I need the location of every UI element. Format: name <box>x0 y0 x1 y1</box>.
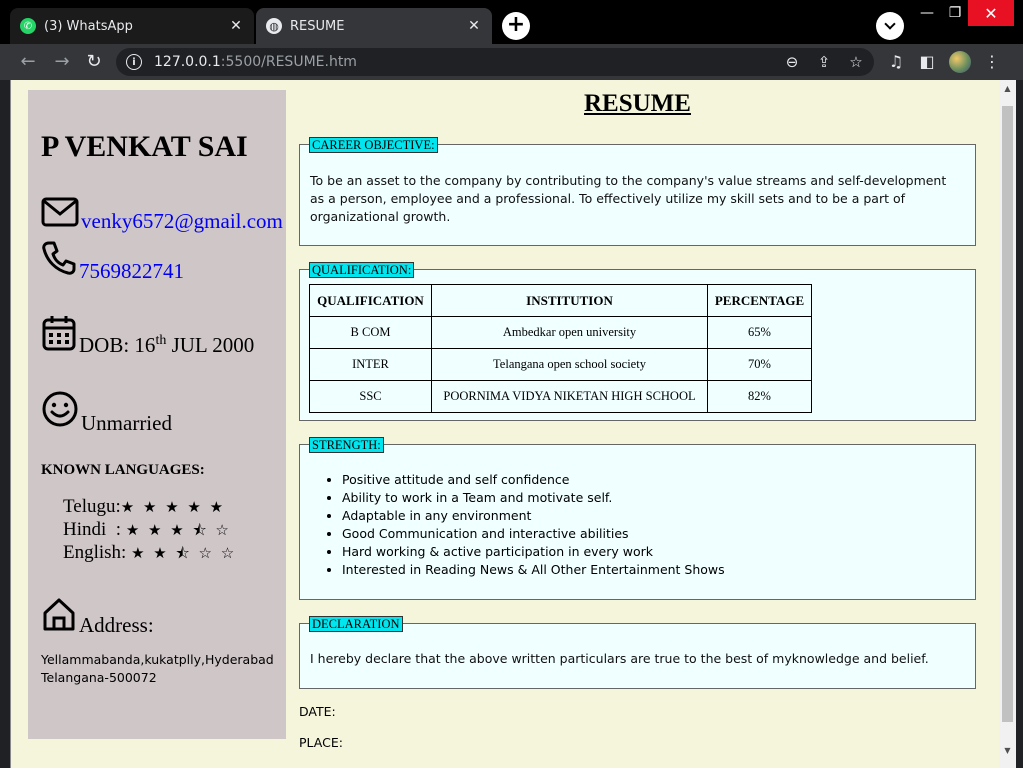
section-legend: DECLARATION <box>309 616 403 632</box>
globe-icon: ◍ <box>266 18 282 34</box>
phone-icon <box>42 241 76 275</box>
close-tab-icon[interactable]: ✕ <box>228 18 244 34</box>
table-row: B COM Ambedkar open university 65% <box>309 316 812 349</box>
table-cell: INTER <box>309 348 432 381</box>
browser-toolbar: ← → ↻ i 127.0.0.1:5500/RESUME.htm ⊖ ⇪ ☆ … <box>0 44 1023 80</box>
share-icon[interactable]: ⇪ <box>815 53 833 71</box>
forward-button[interactable]: → <box>50 50 74 74</box>
page-title: RESUME <box>584 90 691 117</box>
date-label: DATE: <box>299 704 336 719</box>
table-row: INTER Telangana open school society 70% <box>309 348 812 381</box>
scroll-down-icon[interactable]: ▼ <box>999 744 1016 758</box>
languages-heading: KNOWN LANGUAGES: <box>41 462 205 478</box>
career-objective-text: To be an asset to the company by contrib… <box>310 173 947 224</box>
maximize-button[interactable]: ❐ <box>942 0 968 26</box>
profile-sidebar: P VENKAT SAI venky6572@gmail.com 7569822… <box>28 90 286 739</box>
qualification-table: QUALIFICATION INSTITUTION PERCENTAGE B C… <box>309 284 812 413</box>
zoom-icon[interactable]: ⊖ <box>783 53 801 71</box>
date-of-birth: DOB: 16th JUL 2000 <box>79 333 255 357</box>
media-control-icon[interactable]: ♫ <box>886 52 906 72</box>
column-header: PERCENTAGE <box>707 284 812 317</box>
career-objective-section: CAREER OBJECTIVE: To be an asset to the … <box>299 137 976 246</box>
scroll-up-icon[interactable]: ▲ <box>999 82 1016 96</box>
home-icon <box>43 598 75 631</box>
table-cell: 70% <box>707 348 812 381</box>
tab-title: (3) WhatsApp <box>44 18 133 34</box>
whatsapp-icon: ✆ <box>20 18 36 34</box>
list-item: Ability to work in a Team and motivate s… <box>342 489 725 507</box>
table-cell: POORNIMA VIDYA NIKETAN HIGH SCHOOL <box>431 380 708 413</box>
declaration-section: DECLARATION I hereby declare that the ab… <box>299 616 976 689</box>
profile-avatar[interactable] <box>949 51 971 73</box>
tab-search-button[interactable] <box>876 12 904 40</box>
phone-row: 7569822741 <box>41 240 184 283</box>
email-link[interactable]: venky6572@gmail.com <box>81 209 283 234</box>
place-label: PLACE: <box>299 735 343 750</box>
marital-row: Unmarried <box>41 390 172 435</box>
dob-row: DOB: 16th JUL 2000 <box>41 314 254 357</box>
table-header-row: QUALIFICATION INSTITUTION PERCENTAGE <box>309 284 812 317</box>
declaration-text: I hereby declare that the above written … <box>310 651 929 666</box>
table-cell: 82% <box>707 380 812 413</box>
list-item: Hard working & active participation in e… <box>342 543 725 561</box>
chevron-down-icon <box>884 18 896 30</box>
list-item: Positive attitude and self confidence <box>342 471 725 489</box>
section-legend: QUALIFICATION: <box>309 262 415 278</box>
address-bar[interactable]: i 127.0.0.1:5500/RESUME.htm ⊖ ⇪ ☆ <box>116 48 874 76</box>
mail-icon <box>41 197 79 227</box>
smiley-icon <box>42 391 78 427</box>
strength-section: STRENGTH: Positive attitude and self con… <box>299 437 976 600</box>
side-panel-icon[interactable]: ◧ <box>917 52 937 72</box>
table-cell: Ambedkar open university <box>431 316 708 349</box>
section-legend: CAREER OBJECTIVE: <box>309 137 438 153</box>
rating-stars: ★ ★ ⯪ ☆ ☆ <box>131 544 237 562</box>
table-cell: B COM <box>309 316 432 349</box>
url-text: 127.0.0.1:5500/RESUME.htm <box>154 54 357 70</box>
full-name: P VENKAT SAI <box>41 130 248 163</box>
phone-link[interactable]: 7569822741 <box>79 259 184 284</box>
new-tab-button[interactable]: + <box>502 12 530 40</box>
table-cell: 65% <box>707 316 812 349</box>
tab-resume[interactable]: ◍ RESUME ✕ <box>256 8 492 44</box>
list-item: Good Communication and interactive abili… <box>342 525 725 543</box>
vertical-scrollbar[interactable]: ▲ ▼ <box>999 80 1016 768</box>
tab-whatsapp[interactable]: ✆ (3) WhatsApp ✕ <box>10 8 254 44</box>
address-row: Address: <box>41 596 154 637</box>
calendar-icon <box>42 316 76 351</box>
site-info-icon[interactable]: i <box>126 54 142 70</box>
address-label: Address: <box>79 613 154 637</box>
qualification-section: QUALIFICATION: QUALIFICATION INSTITUTION… <box>299 262 976 421</box>
section-legend: STRENGTH: <box>309 437 384 453</box>
address-text: Yellammabanda,kukatplly,Hyderabad Telang… <box>41 652 274 685</box>
back-button[interactable]: ← <box>16 50 40 74</box>
tab-strip: ✆ (3) WhatsApp ✕ ◍ RESUME ✕ + — ❐ ✕ <box>0 0 1023 44</box>
column-header: QUALIFICATION <box>309 284 432 317</box>
tab-title: RESUME <box>290 18 345 34</box>
table-cell: Telangana open school society <box>431 348 708 381</box>
list-item: Adaptable in any environment <box>342 507 725 525</box>
menu-kebab-icon[interactable]: ⋮ <box>982 52 1002 72</box>
rating-stars: ★ ★ ★ ★ ★ <box>120 498 226 516</box>
list-item: Interested in Reading News & All Other E… <box>342 561 725 579</box>
scrollbar-thumb[interactable] <box>1002 106 1013 722</box>
reload-button[interactable]: ↻ <box>82 50 106 74</box>
close-tab-icon[interactable]: ✕ <box>466 18 482 34</box>
language-english: English: ★ ★ ⯪ ☆ ☆ <box>63 542 237 563</box>
column-header: INSTITUTION <box>431 284 708 317</box>
strength-list: Positive attitude and self confidence Ab… <box>342 471 725 579</box>
language-telugu: Telugu:★ ★ ★ ★ ★ <box>63 496 226 517</box>
table-cell: SSC <box>309 380 432 413</box>
close-window-button[interactable]: ✕ <box>968 0 1014 26</box>
email-row: venky6572@gmail.com <box>41 196 283 233</box>
page-viewport: P VENKAT SAI venky6572@gmail.com 7569822… <box>10 80 1016 768</box>
rating-stars: ★ ★ ★ ⯪ ☆ <box>125 521 231 539</box>
bookmark-star-icon[interactable]: ☆ <box>847 53 865 71</box>
marital-status: Unmarried <box>81 411 172 435</box>
minimize-button[interactable]: — <box>912 0 942 26</box>
table-row: SSC POORNIMA VIDYA NIKETAN HIGH SCHOOL 8… <box>309 380 812 413</box>
